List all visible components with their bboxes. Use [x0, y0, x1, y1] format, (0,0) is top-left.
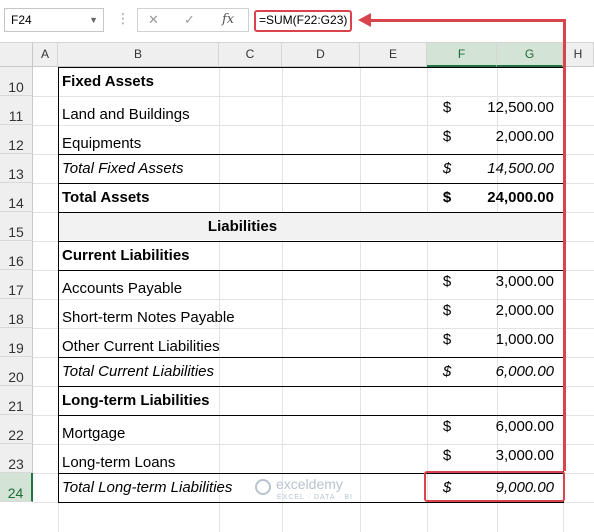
row-label[interactable]: Current Liabilities — [58, 241, 427, 270]
arrow-line — [370, 19, 566, 22]
name-box-value: F24 — [11, 13, 32, 27]
currency-symbol[interactable] — [427, 67, 467, 96]
amount-cell[interactable]: 3,000.00 — [467, 270, 562, 299]
amount-cell[interactable]: 12,500.00 — [467, 96, 562, 125]
currency-symbol[interactable]: $ — [427, 154, 467, 183]
amount-cell[interactable]: 2,000.00 — [467, 299, 562, 328]
row-header[interactable]: 24 — [0, 473, 33, 502]
row-label[interactable]: Fixed Assets — [58, 67, 427, 96]
row-header[interactable]: 13 — [0, 154, 33, 183]
watermark-name: exceldemy — [276, 476, 343, 492]
row-label[interactable]: Total Fixed Assets — [58, 154, 427, 183]
row-header[interactable]: 10 — [0, 67, 33, 96]
table-border — [58, 183, 563, 184]
row-header[interactable]: 22 — [0, 415, 33, 444]
table-border — [58, 241, 563, 242]
amount-cell[interactable]: 1,000.00 — [467, 328, 562, 357]
row-header[interactable]: 19 — [0, 328, 33, 357]
amount-cell[interactable]: 6,000.00 — [467, 415, 562, 444]
watermark-tagline: EXCEL · DATA · BI — [277, 494, 353, 501]
row-label[interactable]: Other Current Liabilities — [58, 328, 427, 357]
chevron-down-icon[interactable]: ▼ — [89, 9, 98, 31]
row-label[interactable]: Total Assets — [58, 183, 427, 212]
table-border — [58, 357, 563, 358]
row-label[interactable]: Total Current Liabilities — [58, 357, 427, 386]
table-border — [58, 415, 563, 416]
row-header[interactable]: 16 — [0, 241, 33, 270]
column-header-d[interactable]: D — [282, 43, 360, 67]
column-header-f[interactable]: F — [427, 43, 497, 67]
amount-cell[interactable]: 3,000.00 — [467, 444, 562, 473]
currency-symbol[interactable] — [427, 241, 467, 270]
row-label[interactable]: Land and Buildings — [58, 96, 427, 125]
currency-symbol[interactable]: $ — [427, 125, 467, 154]
currency-symbol[interactable] — [427, 386, 467, 415]
table-border — [58, 270, 563, 271]
amount-cell[interactable] — [467, 67, 562, 96]
row-header[interactable]: 14 — [0, 183, 33, 212]
row-label[interactable]: Liabilities — [58, 212, 427, 241]
amount-cell[interactable]: 24,000.00 — [467, 183, 562, 212]
row-header[interactable]: 20 — [0, 357, 33, 386]
row-header[interactable]: 23 — [0, 444, 33, 473]
formula-input[interactable]: =SUM(F22:G23) — [254, 10, 353, 32]
currency-symbol[interactable]: $ — [427, 183, 467, 212]
currency-symbol[interactable]: $ — [427, 270, 467, 299]
amount-cell[interactable] — [467, 212, 562, 241]
fx-icon[interactable]: fx — [222, 12, 234, 27]
currency-symbol[interactable]: $ — [427, 96, 467, 125]
name-box[interactable]: F24 ▼ — [4, 8, 104, 32]
row-header[interactable]: 17 — [0, 270, 33, 299]
amount-cell[interactable] — [467, 241, 562, 270]
row-label[interactable]: Long-term Liabilities — [58, 386, 427, 415]
currency-symbol[interactable]: $ — [427, 444, 467, 473]
arrow-head-icon — [358, 13, 371, 27]
row-label[interactable]: Accounts Payable — [58, 270, 427, 299]
column-header-b[interactable]: B — [58, 43, 219, 67]
column-header-e[interactable]: E — [360, 43, 427, 67]
amount-cell[interactable]: 14,500.00 — [467, 154, 562, 183]
currency-symbol[interactable]: $ — [427, 299, 467, 328]
more-icon: ⋮ — [116, 10, 131, 26]
column-header-h[interactable]: H — [563, 43, 594, 67]
row-label[interactable]: Short-term Notes Payable — [58, 299, 427, 328]
amount-cell[interactable]: 6,000.00 — [467, 357, 562, 386]
currency-symbol[interactable] — [427, 212, 467, 241]
amount-cell[interactable]: 2,000.00 — [467, 125, 562, 154]
row-label[interactable]: Long-term Loans — [58, 444, 427, 473]
row-label[interactable]: Equipments — [58, 125, 427, 154]
currency-symbol[interactable]: $ — [427, 415, 467, 444]
table-border — [58, 67, 563, 68]
highlight-box — [424, 471, 565, 502]
table-border — [58, 386, 563, 387]
row-header[interactable]: 12 — [0, 125, 33, 154]
table-border — [58, 212, 563, 213]
row-header[interactable]: 18 — [0, 299, 33, 328]
currency-symbol[interactable]: $ — [427, 328, 467, 357]
currency-symbol[interactable]: $ — [427, 357, 467, 386]
row-header[interactable]: 21 — [0, 386, 33, 415]
formula-controls: ✕ ✓ fx — [137, 8, 249, 32]
table-border — [58, 502, 563, 503]
exceldemy-logo-icon — [255, 479, 271, 495]
check-icon[interactable]: ✓ — [184, 12, 195, 28]
row-header[interactable]: 11 — [0, 96, 33, 125]
column-header-g[interactable]: G — [497, 43, 563, 67]
select-all-corner[interactable] — [0, 43, 33, 67]
column-header-a[interactable]: A — [33, 43, 58, 67]
column-header-c[interactable]: C — [219, 43, 282, 67]
cancel-icon[interactable]: ✕ — [148, 12, 159, 28]
row-label[interactable]: Total Long-term Liabilities — [58, 473, 427, 502]
amount-cell[interactable] — [467, 386, 562, 415]
table-border — [58, 154, 563, 155]
arrow-line — [563, 19, 566, 471]
row-header[interactable]: 15 — [0, 212, 33, 241]
row-label[interactable]: Mortgage — [58, 415, 427, 444]
